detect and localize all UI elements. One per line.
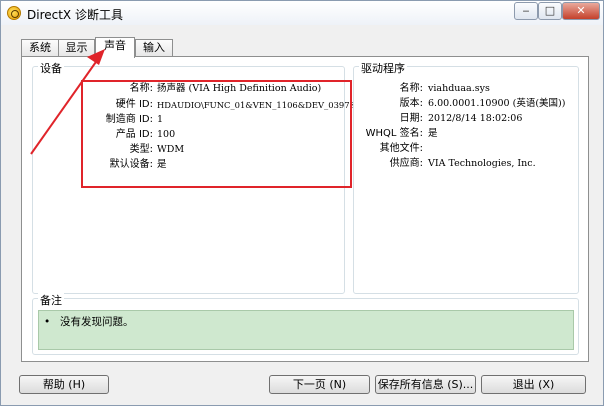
driver-version-label: 版本:: [399, 98, 423, 109]
driver-provider-label: 供应商:: [389, 158, 423, 169]
driver-row-date: 日期: 2012/8/14 18:02:06: [354, 112, 578, 126]
driver-row-name: 名称: viahduaa.sys: [354, 82, 578, 96]
highlight-annotation-box: [81, 80, 352, 188]
driver-provider-value: VIA Technologies, Inc.: [428, 158, 536, 169]
driver-row-other-files: 其他文件:: [354, 142, 578, 156]
close-icon: ✕: [576, 4, 586, 17]
notes-message: 没有发现问题。: [60, 316, 134, 328]
tab-input[interactable]: 输入: [135, 39, 173, 57]
directx-diagnostic-window: DirectX 诊断工具 ‒ □ ✕ 系统 显示 声音 输入 设备 名称: 扬声…: [0, 0, 604, 406]
driver-other-files-label: 其他文件:: [379, 143, 423, 154]
minimize-button[interactable]: ‒: [514, 2, 538, 20]
maximize-icon: □: [544, 4, 556, 17]
sound-tab-panel: 设备 名称: 扬声器 (VIA High Definition Audio) 硬…: [21, 56, 589, 362]
save-all-info-button[interactable]: 保存所有信息 (S)...: [375, 375, 476, 394]
title-bar[interactable]: DirectX 诊断工具 ‒ □ ✕: [1, 1, 603, 25]
maximize-button[interactable]: □: [538, 2, 562, 20]
device-group-label: 设备: [38, 60, 64, 76]
notes-group: 备注 • 没有发现问题。: [32, 292, 579, 355]
tab-sound[interactable]: 声音: [95, 37, 135, 58]
minimize-icon: ‒: [522, 4, 530, 17]
driver-row-whql: WHQL 签名: 是: [354, 127, 578, 141]
driver-date-value: 2012/8/14 18:02:06: [428, 113, 523, 124]
driver-whql-value: 是: [428, 128, 438, 139]
close-button[interactable]: ✕: [562, 2, 600, 20]
driver-version-value: 6.00.0001.10900 (英语(美国)): [428, 98, 566, 109]
driver-whql-label: WHQL 签名:: [365, 128, 423, 139]
driver-date-label: 日期:: [399, 113, 423, 124]
window-title: DirectX 诊断工具: [27, 8, 123, 22]
driver-group: 驱动程序 名称: viahduaa.sys 版本: 6.00.0001.1090…: [353, 60, 579, 294]
help-button[interactable]: 帮助 (H): [19, 375, 109, 394]
driver-group-label: 驱动程序: [359, 60, 407, 76]
driver-name-value: viahduaa.sys: [428, 83, 490, 94]
notes-group-label: 备注: [38, 292, 64, 308]
tab-display[interactable]: 显示: [58, 39, 95, 57]
exit-button[interactable]: 退出 (X): [481, 375, 586, 394]
tab-system[interactable]: 系统: [21, 39, 59, 57]
driver-row-provider: 供应商: VIA Technologies, Inc.: [354, 157, 578, 171]
driver-row-version: 版本: 6.00.0001.10900 (英语(美国)): [354, 97, 578, 111]
notes-text-area[interactable]: • 没有发现问题。: [38, 310, 574, 350]
driver-name-label: 名称:: [399, 83, 423, 94]
directx-icon: [7, 6, 21, 20]
next-page-button[interactable]: 下一页 (N): [269, 375, 370, 394]
device-group: 设备 名称: 扬声器 (VIA High Definition Audio) 硬…: [32, 60, 397, 294]
notes-bullet: •: [44, 316, 51, 328]
